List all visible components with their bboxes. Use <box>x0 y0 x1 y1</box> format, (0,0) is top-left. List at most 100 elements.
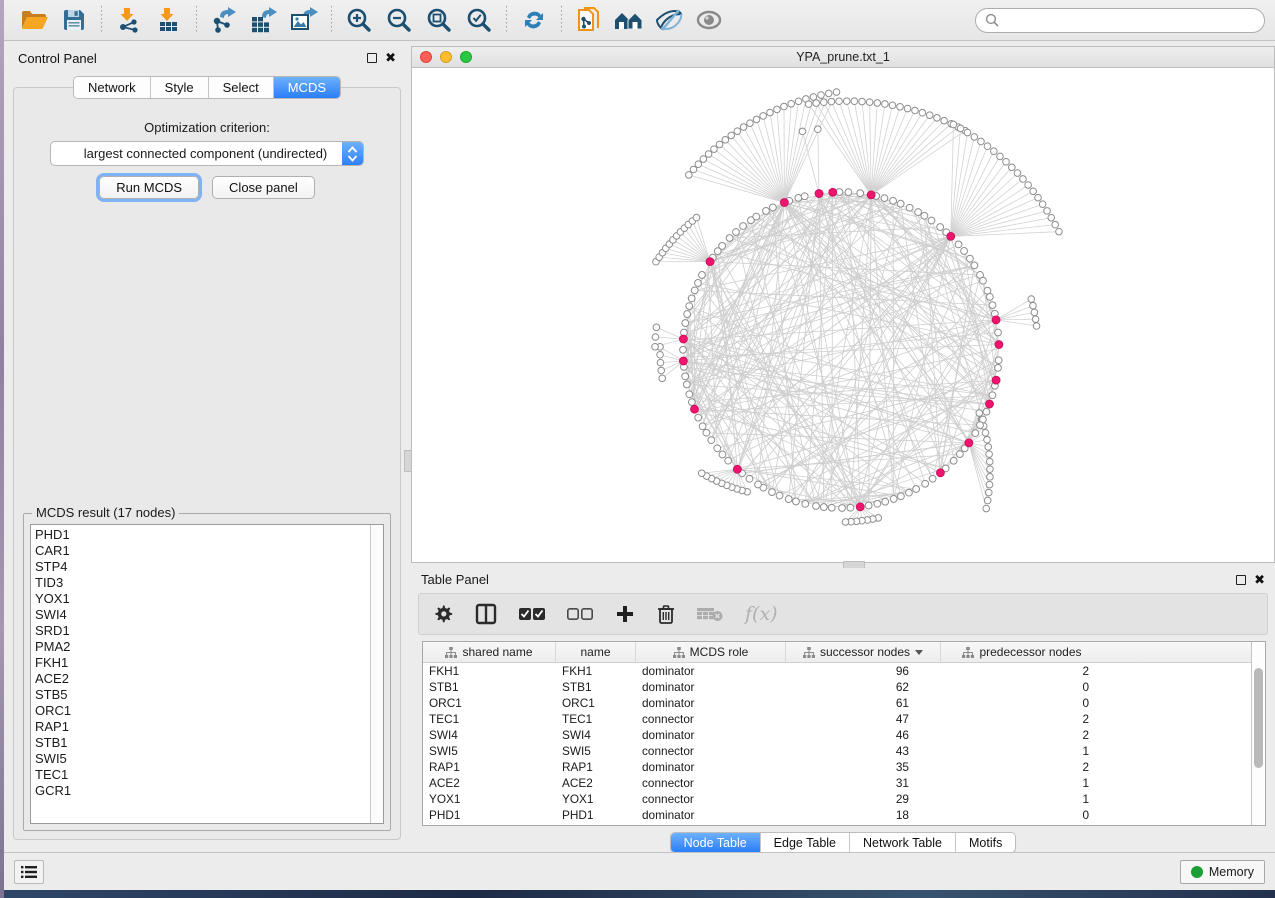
close-table-panel-icon[interactable]: ✖ <box>1254 575 1265 585</box>
mcds-result-item[interactable]: STB5 <box>35 687 366 703</box>
table-tab-bar: Node TableEdge TableNetwork TableMotifs <box>411 832 1275 853</box>
mcds-result-item[interactable]: SWI5 <box>35 751 366 767</box>
table-row[interactable]: SWI5SWI5connector431 <box>423 743 1251 759</box>
mcds-result-item[interactable]: PMA2 <box>35 639 366 655</box>
mcds-result-item[interactable]: CAR1 <box>35 543 366 559</box>
table-options-gear-icon[interactable] <box>433 604 453 624</box>
float-panel-icon[interactable] <box>367 53 377 63</box>
export-image-icon[interactable] <box>284 3 324 37</box>
tab-select[interactable]: Select <box>209 77 274 98</box>
network-window-titlebar[interactable]: YPA_prune.txt_1 <box>412 47 1274 68</box>
cell-successor_nodes: 96 <box>786 664 941 678</box>
cell-name: FKH1 <box>556 664 636 678</box>
delete-column-icon[interactable] <box>657 604 675 625</box>
tab-node-table[interactable]: Node Table <box>671 833 761 852</box>
cell-predecessor_nodes: 2 <box>941 712 1103 726</box>
mcds-result-group: MCDS result (17 nodes) PHD1CAR1STP4TID3Y… <box>23 513 391 831</box>
mcds-result-item[interactable]: GCR1 <box>35 783 366 799</box>
select-all-checkboxes-icon[interactable] <box>519 607 545 621</box>
table-row[interactable]: RAP1RAP1dominator352 <box>423 759 1251 775</box>
zoom-in-icon[interactable] <box>339 3 379 37</box>
control-panel-tabs: NetworkStyleSelectMCDS <box>73 76 341 99</box>
list-icon <box>21 865 37 879</box>
mcds-result-list[interactable]: PHD1CAR1STP4TID3YOX1SWI4SRD1PMA2FKH1ACE2… <box>30 524 384 824</box>
network-canvas[interactable] <box>412 68 1274 562</box>
optimization-criterion-select[interactable]: largest connected component (undirected) <box>50 141 364 166</box>
mcds-result-item[interactable]: PHD1 <box>35 527 366 543</box>
table-row[interactable]: YOX1YOX1connector291 <box>423 791 1251 807</box>
open-file-icon[interactable] <box>14 3 54 37</box>
close-panel-icon[interactable]: ✖ <box>385 53 396 63</box>
tab-style[interactable]: Style <box>151 77 209 98</box>
cell-predecessor_nodes: 0 <box>941 680 1103 694</box>
deselect-all-checkboxes-icon[interactable] <box>567 607 593 621</box>
mcds-result-item[interactable]: RAP1 <box>35 719 366 735</box>
hide-selected-icon[interactable] <box>649 3 689 37</box>
hierarchy-icon <box>803 647 815 658</box>
save-session-icon[interactable] <box>54 3 94 37</box>
table-row[interactable]: STB1STB1dominator620 <box>423 679 1251 695</box>
import-network-icon[interactable] <box>109 3 149 37</box>
table-row[interactable]: ACE2ACE2connector311 <box>423 775 1251 791</box>
tab-mcds[interactable]: MCDS <box>274 77 340 98</box>
new-network-from-selection-icon[interactable] <box>569 3 609 37</box>
column-header-predecessor-nodes[interactable]: predecessor nodes <box>941 642 1103 662</box>
memory-button[interactable]: Memory <box>1180 860 1265 884</box>
close-panel-button[interactable]: Close panel <box>212 176 315 199</box>
mcds-result-item[interactable]: FKH1 <box>35 655 366 671</box>
mcds-result-item[interactable]: ORC1 <box>35 703 366 719</box>
cell-mcds_role: dominator <box>636 664 786 678</box>
cell-mcds_role: dominator <box>636 696 786 710</box>
cell-predecessor_nodes: 2 <box>941 664 1103 678</box>
cell-shared_name: TEC1 <box>423 712 556 726</box>
first-neighbors-icon[interactable] <box>609 3 649 37</box>
tab-motifs[interactable]: Motifs <box>956 833 1015 852</box>
table-scrollbar-thumb[interactable] <box>1254 668 1263 768</box>
tab-edge-table[interactable]: Edge Table <box>761 833 850 852</box>
tab-network-table[interactable]: Network Table <box>850 833 956 852</box>
table-row[interactable]: PHD1PHD1dominator180 <box>423 807 1251 823</box>
toolbar-separator <box>506 6 507 34</box>
tab-network[interactable]: Network <box>74 77 151 98</box>
mcds-result-item[interactable]: TID3 <box>35 575 366 591</box>
column-header-MCDS-role[interactable]: MCDS role <box>636 642 786 662</box>
run-mcds-button[interactable]: Run MCDS <box>99 176 199 199</box>
search-input[interactable] <box>1004 13 1255 27</box>
column-visibility-icon[interactable] <box>475 603 497 625</box>
mcds-result-item[interactable]: SWI4 <box>35 607 366 623</box>
zoom-fit-icon[interactable] <box>419 3 459 37</box>
zoom-selected-icon[interactable] <box>459 3 499 37</box>
export-network-icon[interactable] <box>204 3 244 37</box>
cell-predecessor_nodes: 1 <box>941 792 1103 806</box>
mcds-result-item[interactable]: STB1 <box>35 735 366 751</box>
mcds-result-item[interactable]: STP4 <box>35 559 366 575</box>
add-column-icon[interactable] <box>615 604 635 624</box>
mcds-result-item[interactable]: YOX1 <box>35 591 366 607</box>
mcds-result-item[interactable]: TEC1 <box>35 767 366 783</box>
column-header-name[interactable]: name <box>556 642 636 662</box>
column-header-successor-nodes[interactable]: successor nodes <box>786 642 941 662</box>
table-row[interactable]: SWI4SWI4dominator462 <box>423 727 1251 743</box>
table-row[interactable]: FKH1FKH1dominator962 <box>423 663 1251 679</box>
search-field[interactable] <box>975 8 1265 33</box>
refresh-icon[interactable] <box>514 3 554 37</box>
export-table-icon[interactable] <box>244 3 284 37</box>
task-history-button[interactable] <box>14 860 44 884</box>
column-header-shared-name[interactable]: shared name <box>423 642 556 662</box>
mcds-result-item[interactable]: SRD1 <box>35 623 366 639</box>
import-table-icon[interactable] <box>149 3 189 37</box>
show-all-icon[interactable] <box>689 3 729 37</box>
zoom-out-icon[interactable] <box>379 3 419 37</box>
mcds-result-item[interactable]: ACE2 <box>35 671 366 687</box>
mcds-list-scrollbar[interactable] <box>370 525 383 823</box>
cell-mcds_role: connector <box>636 776 786 790</box>
float-table-panel-icon[interactable] <box>1236 575 1246 585</box>
table-row[interactable]: ORC1ORC1dominator610 <box>423 695 1251 711</box>
delete-table-icon[interactable] <box>697 606 723 622</box>
cell-predecessor_nodes: 2 <box>941 760 1103 774</box>
table-scrollbar[interactable] <box>1251 642 1265 825</box>
function-builder-icon[interactable]: f(x) <box>745 603 778 625</box>
table-row[interactable]: TEC1TEC1connector472 <box>423 711 1251 727</box>
cell-successor_nodes: 18 <box>786 808 941 822</box>
cell-name: ORC1 <box>556 696 636 710</box>
